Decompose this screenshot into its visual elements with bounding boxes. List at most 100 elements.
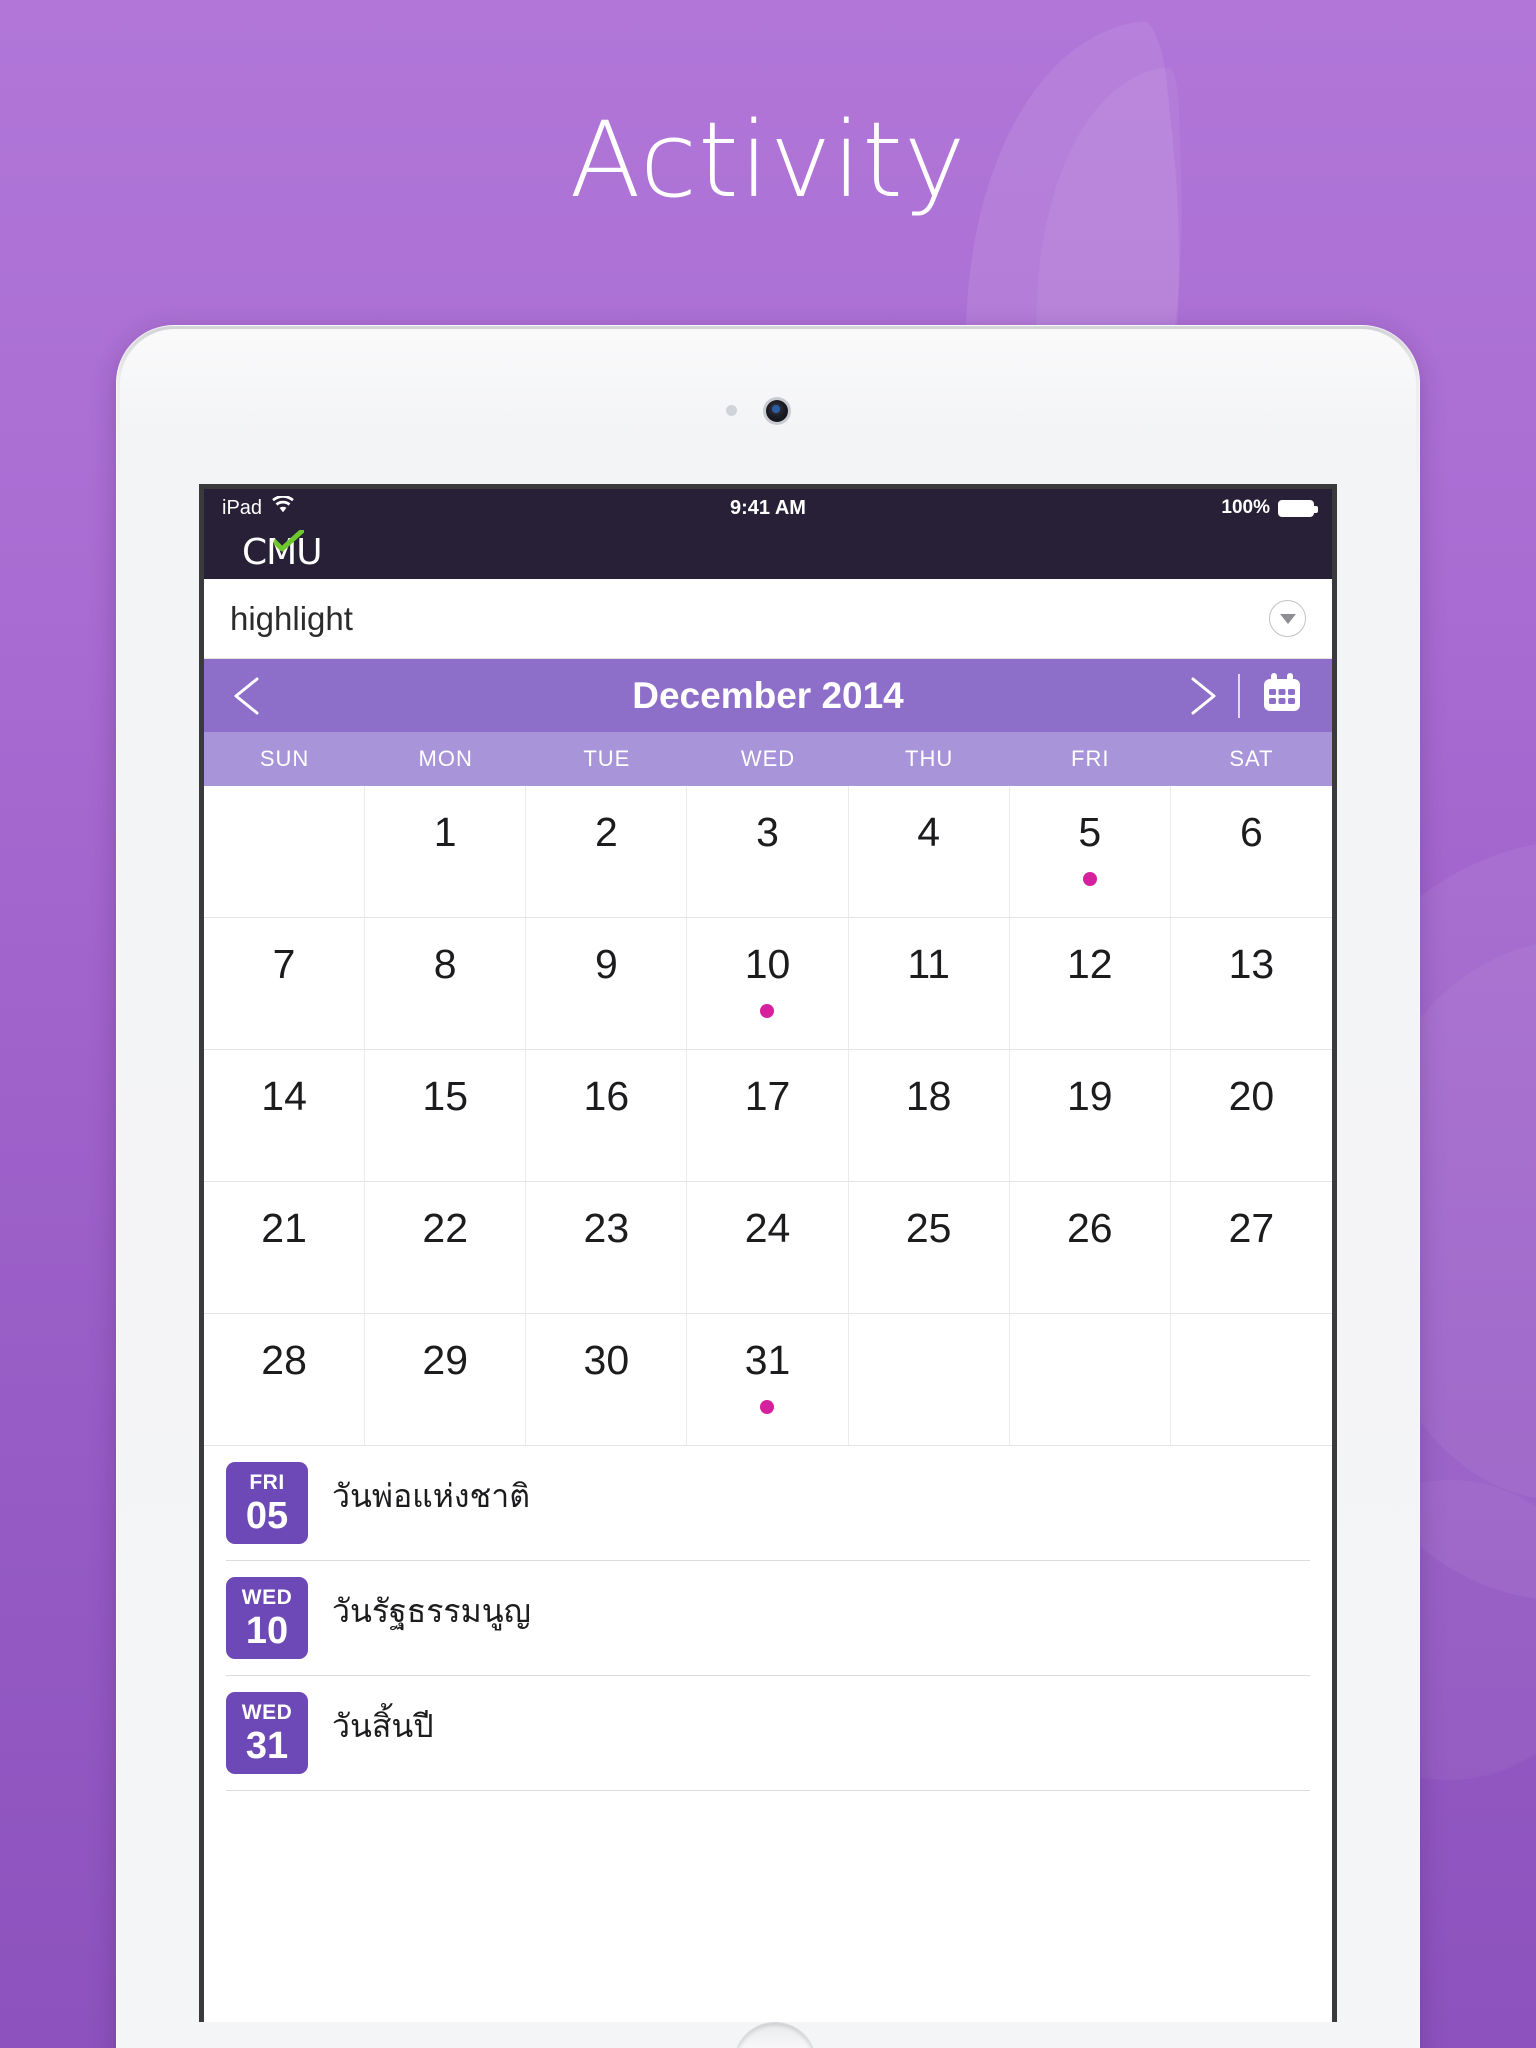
highlight-filter-bar[interactable]: highlight [204, 579, 1332, 659]
page-title: Activity [569, 99, 967, 221]
event-date-badge: FRI 05 [226, 1462, 308, 1544]
day-number: 23 [583, 1205, 630, 1251]
next-month-button[interactable] [1188, 676, 1218, 716]
weekday-label: WED [740, 746, 796, 771]
event-list-item[interactable]: WED 31 วันสิ้นปี [226, 1676, 1310, 1791]
calendar-day-grid: 1 2 3 4 5 6 7 8 9 10 11 12 13 14 15 16 17 18 19 20 21 22 23 24 2… [204, 786, 1332, 1446]
calendar-day-cell[interactable]: 31 [687, 1314, 849, 1446]
previous-month-button[interactable] [232, 676, 262, 716]
day-number: 26 [1066, 1205, 1113, 1251]
calendar-day-cell[interactable]: 6 [1170, 786, 1332, 918]
month-year-label: December 2014 [632, 674, 904, 716]
day-number: 31 [744, 1337, 791, 1383]
calendar-day-cell[interactable]: 2 [526, 786, 688, 918]
event-list: FRI 05 วันพ่อแห่งชาติ WED 10 วันรัฐธรรมนูญ WED… [204, 1446, 1332, 1791]
status-bar: iPad 9:41 AM 100% [204, 489, 1332, 527]
day-number: 4 [917, 809, 941, 855]
battery-full-icon [1278, 499, 1318, 517]
day-number: 21 [261, 1205, 307, 1251]
event-title: วันสิ้นปี [332, 1707, 434, 1745]
front-camera-icon [766, 400, 788, 422]
day-number: 28 [261, 1337, 307, 1383]
event-date-badge: WED 31 [226, 1692, 308, 1774]
calendar-day-cell[interactable]: 5 [1009, 786, 1171, 918]
day-number: 20 [1228, 1073, 1275, 1119]
event-day-number: 31 [245, 1724, 289, 1767]
month-nav-right-group [1188, 671, 1304, 720]
calendar-day-cell[interactable]: 8 [365, 918, 527, 1050]
calendar-day-cell[interactable]: 26 [1009, 1182, 1171, 1314]
weekday-label: THU [905, 746, 954, 771]
event-day-number: 10 [245, 1609, 289, 1652]
ipad-screen: iPad 9:41 AM 100% CMU highlight December… [199, 484, 1337, 2022]
event-indicator-dot [760, 1004, 775, 1018]
app-brand-bar: CMU [204, 527, 1332, 579]
calendar-empty-cell [1170, 1314, 1332, 1446]
calendar-day-cell[interactable]: 3 [687, 786, 849, 918]
day-number: 16 [583, 1073, 630, 1119]
day-number: 7 [272, 941, 296, 987]
day-number: 27 [1228, 1205, 1275, 1251]
day-number: 17 [744, 1073, 791, 1119]
day-number: 25 [905, 1205, 952, 1251]
calendar-day-cell[interactable]: 1 [365, 786, 527, 918]
toolbar-divider [1238, 673, 1240, 718]
day-number: 1 [433, 809, 457, 855]
calendar-day-cell[interactable]: 18 [848, 1050, 1010, 1182]
calendar-day-cell[interactable]: 16 [526, 1050, 688, 1182]
weekday-label: FRI [1071, 746, 1110, 771]
day-number: 29 [422, 1337, 469, 1383]
calendar-day-cell[interactable]: 15 [365, 1050, 527, 1182]
calendar-day-cell[interactable]: 23 [526, 1182, 688, 1314]
day-number: 14 [261, 1073, 307, 1119]
day-number: 10 [744, 941, 791, 987]
calendar-empty-cell [204, 786, 366, 918]
status-bar-left: iPad [222, 495, 295, 520]
day-number: 2 [594, 809, 618, 855]
calendar-day-cell[interactable]: 30 [526, 1314, 688, 1446]
day-number: 13 [1228, 941, 1275, 987]
calendar-icon[interactable] [1260, 671, 1304, 720]
event-date-badge: WED 10 [226, 1577, 308, 1659]
event-title: วันพ่อแห่งชาติ [332, 1477, 530, 1515]
green-check-icon [272, 523, 305, 552]
day-number: 5 [1078, 809, 1102, 855]
weekday-header-row: SUN MON TUE WED THU FRI SAT [204, 732, 1332, 786]
calendar-day-cell[interactable]: 21 [204, 1182, 366, 1314]
calendar-day-cell[interactable]: 27 [1170, 1182, 1332, 1314]
event-list-item[interactable]: WED 10 วันรัฐธรรมนูญ [226, 1561, 1310, 1676]
calendar-day-cell[interactable]: 20 [1170, 1050, 1332, 1182]
calendar-day-cell[interactable]: 24 [687, 1182, 849, 1314]
day-number: 8 [433, 941, 457, 987]
event-indicator-dot [1082, 872, 1097, 886]
calendar-month-nav: December 2014 [204, 659, 1332, 732]
calendar-day-cell[interactable]: 22 [365, 1182, 527, 1314]
weekday-label: SUN [259, 746, 310, 771]
calendar-empty-cell [1009, 1314, 1171, 1446]
calendar-day-cell[interactable]: 28 [204, 1314, 366, 1446]
calendar-day-cell[interactable]: 7 [204, 918, 366, 1050]
calendar-day-cell[interactable]: 10 [687, 918, 849, 1050]
day-number: 15 [422, 1073, 469, 1119]
event-list-item[interactable]: FRI 05 วันพ่อแห่งชาติ [226, 1446, 1310, 1561]
weekday-label: SAT [1229, 746, 1274, 771]
wifi-icon [271, 495, 295, 520]
event-title: วันรัฐธรรมนูญ [332, 1592, 531, 1630]
day-number: 9 [594, 941, 618, 987]
calendar-day-cell[interactable]: 29 [365, 1314, 527, 1446]
calendar-day-cell[interactable]: 9 [526, 918, 688, 1050]
day-number: 12 [1066, 941, 1113, 987]
calendar-day-cell[interactable]: 25 [848, 1182, 1010, 1314]
calendar-day-cell[interactable]: 4 [848, 786, 1010, 918]
chevron-down-circle-icon[interactable] [1269, 600, 1306, 637]
calendar-day-cell[interactable]: 12 [1009, 918, 1171, 1050]
calendar-day-cell[interactable]: 19 [1009, 1050, 1171, 1182]
calendar-day-cell[interactable]: 11 [848, 918, 1010, 1050]
calendar-day-cell[interactable]: 17 [687, 1050, 849, 1182]
day-number: 18 [905, 1073, 952, 1119]
day-number: 11 [907, 941, 950, 987]
day-number: 22 [422, 1205, 469, 1251]
screenshot-stage: Activity iPad 9:41 AM 100% CMU highlight… [0, 0, 1536, 2048]
calendar-day-cell[interactable]: 13 [1170, 918, 1332, 1050]
calendar-day-cell[interactable]: 14 [204, 1050, 366, 1182]
